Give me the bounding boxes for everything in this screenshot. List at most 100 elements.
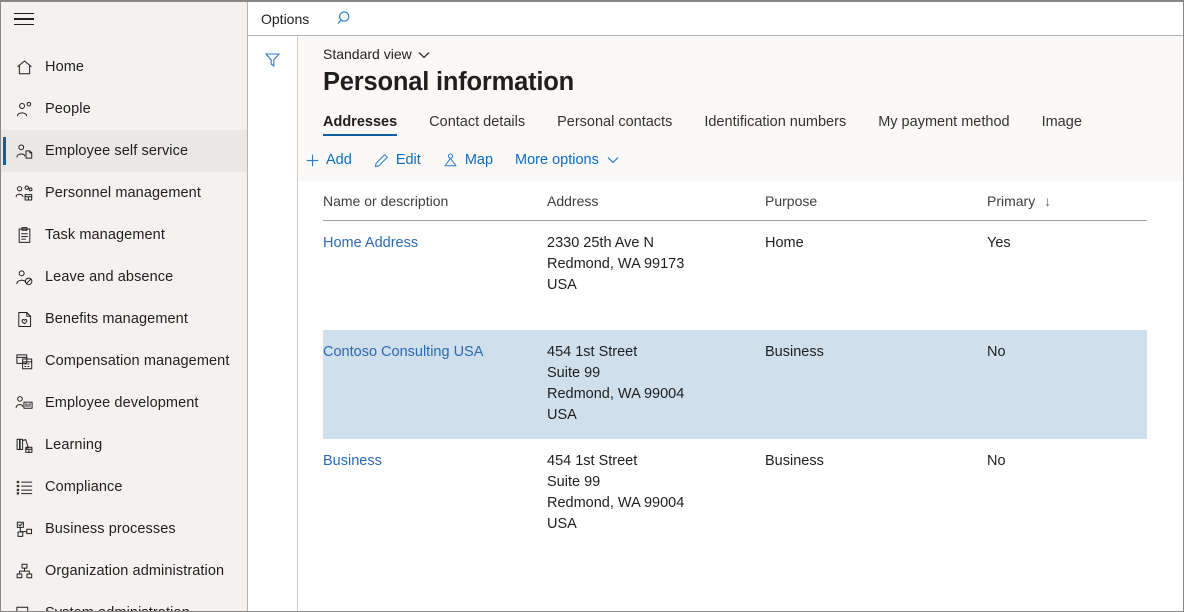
personnel-management-icon	[15, 184, 45, 203]
address-line: 454 1st Street	[547, 343, 638, 360]
address-line: Redmond, WA 99004	[547, 494, 685, 511]
more-options-button[interactable]: More options	[513, 148, 631, 172]
cell-purpose: Business	[765, 452, 824, 469]
tab-image[interactable]: Image	[1042, 108, 1098, 139]
address-line: Suite 99	[547, 364, 601, 381]
grid-header: Name or description Address Purpose Primary…	[323, 181, 1147, 221]
cell-name: Contoso Consulting USA	[323, 329, 547, 439]
sidebar-item-label: Leave and absence	[45, 269, 174, 285]
sidebar-item-business-processes[interactable]: Business processes	[1, 508, 247, 550]
table-row[interactable]: Home Address 2330 25th Ave N Redmond, WA 9…	[323, 221, 1147, 330]
sidebar-item-task-management[interactable]: Task management	[1, 214, 247, 256]
address-name-link[interactable]: Home Address	[323, 235, 418, 251]
cell-purpose: Home	[765, 235, 804, 251]
column-header-label: Name or description	[323, 193, 449, 209]
tab-strip: Addresses Contact details Personal contact…	[323, 108, 1183, 139]
toolbar-button-label: More options	[515, 152, 599, 168]
business-process-icon	[15, 520, 45, 539]
app-window: Home People Employee self service Personnel…	[0, 0, 1184, 612]
address-name-link[interactable]: Contoso Consulting USA	[323, 344, 483, 360]
sidebar-item-learning[interactable]: Learning	[1, 424, 247, 466]
column-header-name-or-description[interactable]: Name or description	[323, 181, 547, 221]
sidebar-item-personnel-management[interactable]: Personnel management	[1, 172, 247, 214]
sidebar-item-label: Benefits management	[45, 311, 188, 327]
benefits-heart-icon	[15, 310, 45, 329]
address-line: USA	[547, 406, 577, 423]
column-header-primary[interactable]: Primary ↓	[987, 181, 1147, 221]
action-toolbar: Add Edit Map More options	[298, 139, 1183, 181]
sort-descending-icon: ↓	[1044, 193, 1052, 209]
edit-button[interactable]: Edit	[372, 148, 431, 172]
address-line: USA	[547, 277, 577, 293]
tab-personal-contacts[interactable]: Personal contacts	[557, 108, 688, 139]
address-name-link[interactable]: Business	[323, 453, 382, 469]
toolbar-button-label: Map	[464, 152, 494, 168]
column-header-label: Primary	[987, 193, 1036, 209]
sidebar-item-employee-self-service[interactable]: Employee self service	[1, 130, 247, 172]
column-header-address[interactable]: Address	[547, 181, 765, 221]
search-icon[interactable]	[334, 8, 356, 30]
sidebar-item-label: Personnel management	[45, 185, 201, 201]
sidebar-item-label: Organization administration	[45, 563, 225, 579]
table-row[interactable]: Contoso Consulting USA 454 1st Street Suit…	[323, 329, 1147, 439]
add-button[interactable]: Add	[302, 148, 362, 172]
tab-contact-details[interactable]: Contact details	[429, 108, 541, 139]
sidebar-item-people[interactable]: People	[1, 88, 247, 130]
filter-pane	[248, 36, 298, 611]
home-icon	[15, 58, 45, 77]
chevron-down-icon	[605, 152, 621, 168]
sidebar-item-label: Compensation management	[45, 353, 230, 369]
main-region: Options Standard view Personal informati…	[248, 2, 1183, 611]
table-row[interactable]: Business 454 1st Street Suite 99 Redmond, W…	[323, 439, 1147, 548]
column-header-label: Purpose	[765, 193, 818, 209]
filter-funnel-icon[interactable]	[262, 48, 284, 70]
column-header-label: Address	[547, 193, 599, 209]
employee-self-service-icon	[15, 142, 45, 161]
sidebar-item-organization-administration[interactable]: Organization administration	[1, 550, 247, 592]
menu-toggle-button[interactable]	[1, 2, 247, 36]
content-pane: Standard view Personal information Addre…	[298, 36, 1183, 611]
tab-addresses[interactable]: Addresses	[323, 108, 413, 139]
chevron-down-icon	[418, 46, 430, 62]
page-body: Standard view Personal information Addre…	[248, 36, 1183, 611]
cell-address: 454 1st Street Suite 99 Redmond, WA 99004 U…	[547, 329, 765, 439]
top-command-bar: Options	[248, 2, 1183, 36]
page-title: Personal information	[323, 68, 575, 96]
cell-name: Home Address	[323, 221, 547, 330]
sidebar-item-home[interactable]: Home	[1, 46, 247, 88]
sidebar-item-compliance[interactable]: Compliance	[1, 466, 247, 508]
sidebar-item-label: Business processes	[45, 521, 176, 537]
tab-identification-numbers[interactable]: Identification numbers	[704, 108, 862, 139]
view-selector[interactable]: Standard view	[323, 46, 430, 62]
address-line: 2330 25th Ave N	[547, 235, 654, 251]
learning-books-icon	[15, 436, 45, 455]
sidebar-item-leave-and-absence[interactable]: Leave and absence	[1, 256, 247, 298]
column-header-purpose[interactable]: Purpose	[765, 181, 987, 221]
addresses-grid: Name or description Address Purpose Primary…	[323, 181, 1147, 548]
map-button[interactable]: Map	[441, 148, 503, 172]
grid-body: Home Address 2330 25th Ave N Redmond, WA 9…	[323, 221, 1147, 548]
toolbar-button-label: Add	[326, 152, 352, 168]
address-line: 454 1st Street	[547, 452, 638, 469]
cell-address: 454 1st Street Suite 99 Redmond, WA 99004 U…	[547, 439, 765, 548]
options-button[interactable]: Options	[261, 11, 309, 27]
sidebar-item-label: Compliance	[45, 479, 123, 495]
sidebar-item-employee-development[interactable]: Employee development	[1, 382, 247, 424]
cell-primary: No	[987, 329, 1147, 439]
sidebar-item-label: Task management	[45, 227, 165, 243]
sidebar-item-benefits-management[interactable]: Benefits management	[1, 298, 247, 340]
address-line: USA	[547, 515, 577, 532]
sidebar-item-label: Learning	[45, 437, 103, 453]
sidebar-item-compensation-management[interactable]: Compensation management	[1, 340, 247, 382]
grid-header-row: Name or description Address Purpose Primary…	[323, 181, 1147, 221]
clipboard-icon	[15, 226, 45, 245]
people-icon	[15, 100, 45, 119]
toolbar-button-label: Edit	[395, 152, 421, 168]
employee-development-icon	[15, 394, 45, 413]
sidebar-item-label: Employee development	[45, 395, 199, 411]
person-absence-icon	[15, 268, 45, 287]
tab-my-payment-method[interactable]: My payment method	[878, 108, 1025, 139]
sidebar-nav-list: Home People Employee self service Personnel…	[1, 36, 247, 611]
sidebar-item-system-administration[interactable]: System administration	[1, 592, 247, 611]
cell-name: Business	[323, 439, 547, 548]
